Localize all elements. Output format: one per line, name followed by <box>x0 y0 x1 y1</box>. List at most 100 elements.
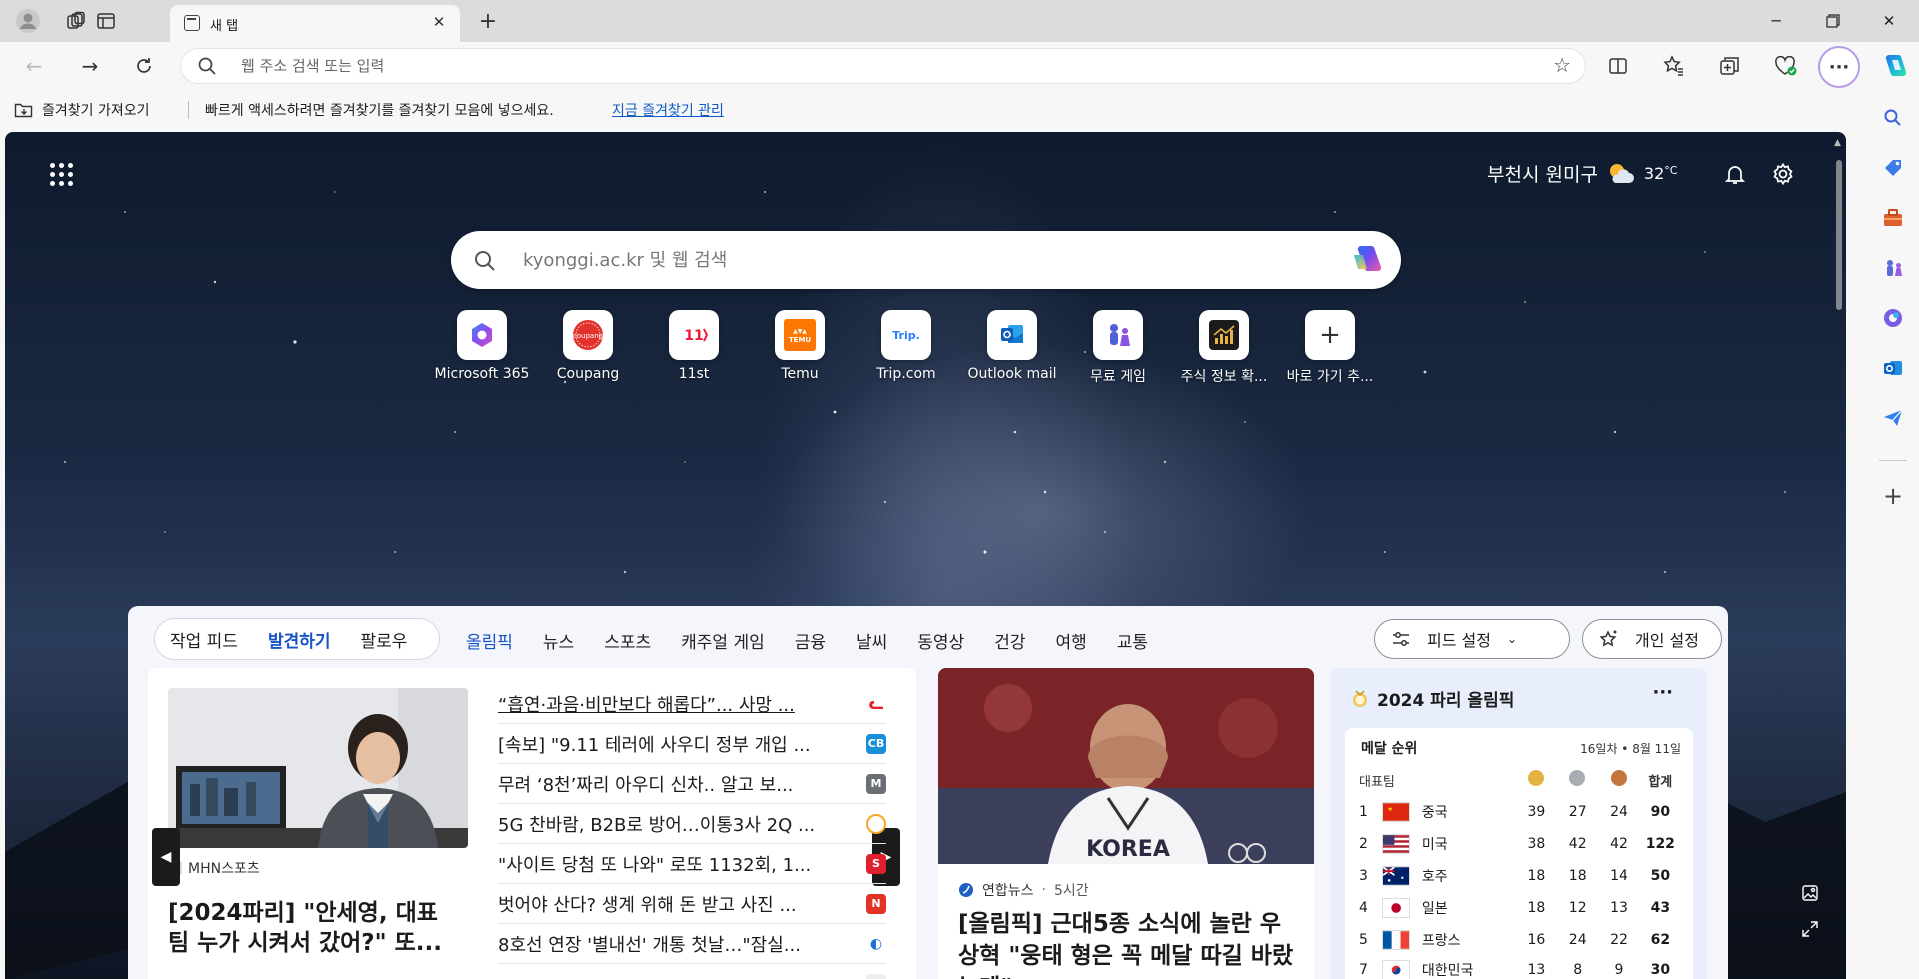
background-image-icon[interactable] <box>1801 884 1819 907</box>
personalize-button[interactable]: 개인 설정 <box>1582 619 1722 659</box>
quicklink-temu[interactable]: ▲▼▲ TEMU Temu <box>747 310 853 382</box>
sidebar-drop-icon[interactable] <box>1877 402 1909 434</box>
restore-button[interactable] <box>1810 4 1856 38</box>
headline-item[interactable]: "사이트 당첨 또 나와" 로또 1132회, 1... S <box>498 844 886 884</box>
svg-text:Trip.: Trip. <box>892 329 920 342</box>
headline-item[interactable]: 무려 ‘8천’짜리 아우디 신차.. 알고 보... M <box>498 764 886 804</box>
collections-icon[interactable] <box>1714 50 1746 82</box>
weather-widget[interactable]: 부천시 원미구 32°C <box>1487 160 1677 187</box>
refresh-button[interactable] <box>128 50 160 82</box>
category-travel[interactable]: 여행 <box>1056 628 1087 653</box>
story-source-name: MHN스포츠 <box>188 861 260 877</box>
sliders-icon <box>1393 632 1409 646</box>
forward-button[interactable]: → <box>74 50 106 82</box>
medal-row: 5 프랑스 16 24 22 62 <box>1359 930 1671 950</box>
category-olympics[interactable]: 올림픽 <box>466 628 513 653</box>
settings-and-more-button[interactable]: ··· <box>1818 46 1860 88</box>
favorites-bar: 즐겨찾기 가져오기 빠르게 액세스하려면 즐겨찾기를 즐겨찾기 모음에 넣으세요… <box>0 90 1919 130</box>
quicklink-label: Coupang <box>556 366 620 382</box>
headline-item[interactable]: 벗어야 산다? 생계 위해 돈 받고 사진 ... N <box>498 884 886 924</box>
feed-settings-button[interactable]: 피드 설정 ⌄ <box>1374 619 1570 659</box>
page-settings-icon[interactable] <box>1767 158 1799 190</box>
featured-story-headline[interactable]: [올림픽] 근대5종 소식에 놀란 우상혁 "웅태 형은 꼭 메달 따길 바랐는… <box>958 908 1298 979</box>
medal-table[interactable]: 메달 순위 16일차 • 8월 11일 대표팀 합계 1 ★ 중국 39 27 24… <box>1345 728 1693 979</box>
profile-icon[interactable] <box>14 7 42 35</box>
sidebar-outlook-icon[interactable] <box>1877 352 1909 384</box>
quicklink-add-shortcut[interactable]: + 바로 가기 추... <box>1277 310 1383 386</box>
back-button[interactable]: ← <box>18 50 50 82</box>
category-news[interactable]: 뉴스 <box>543 628 574 653</box>
personalize-label: 개인 설정 <box>1635 631 1699 650</box>
category-video[interactable]: 동영상 <box>917 628 964 653</box>
page-scrollbar-thumb[interactable] <box>1836 160 1842 310</box>
segment-following[interactable]: 팔로우 <box>361 627 408 652</box>
sidebar-search-icon[interactable] <box>1877 102 1909 134</box>
web-search-box[interactable] <box>451 231 1401 289</box>
chevron-down-icon: ⌄ <box>1506 632 1518 646</box>
search-icon <box>198 57 216 75</box>
olympics-card-more-button[interactable]: ··· <box>1652 682 1673 703</box>
sidebar-add-icon[interactable]: + <box>1877 480 1909 512</box>
quicklink-stocks[interactable]: 주식 정보 확... <box>1171 310 1277 386</box>
expand-icon[interactable] <box>1801 920 1819 943</box>
quicklink-games[interactable]: 무료 게임 <box>1065 310 1171 386</box>
app-launcher-icon[interactable] <box>43 156 79 192</box>
feed-navigation: 작업 피드 발견하기 팔로우 올림픽 뉴스 스포츠 캐주얼 게임 금융 날씨 동… <box>128 606 1728 664</box>
tab-title: 새 탭 <box>210 19 239 34</box>
headline-item[interactable]: 8호선 연장 '별내선' 개통 첫날…"잠실... ◐ <box>498 924 886 964</box>
headline-item[interactable]: [속보] "9.11 테러에 사우디 정부 개입 ... CB <box>498 724 886 764</box>
notifications-icon[interactable] <box>1719 158 1751 190</box>
publisher-icon: M <box>866 773 886 794</box>
split-screen-icon[interactable] <box>1602 50 1634 82</box>
quicklink-trip[interactable]: Trip. Trip.com <box>853 310 959 382</box>
quicklink-11st[interactable]: 11 11st <box>641 310 747 382</box>
quicklink-outlook[interactable]: Outlook mail <box>959 310 1065 382</box>
category-finance[interactable]: 금융 <box>795 628 826 653</box>
story-photo[interactable] <box>168 688 468 848</box>
featured-story-card[interactable]: KOREA 연합뉴스 · 5시간 [올림픽] 근대5종 소식에 놀란 우상혁 "… <box>938 668 1314 979</box>
category-casual-games[interactable]: 캐주얼 게임 <box>681 628 765 653</box>
headline-item[interactable]: 5G 찬바람, B2B로 방어…이통3사 2Q ... <box>498 804 886 844</box>
close-tab-icon[interactable]: ✕ <box>428 11 450 33</box>
category-health[interactable]: 건강 <box>994 628 1025 653</box>
new-tab-button[interactable]: + <box>474 7 502 35</box>
olympics-card-title[interactable]: 2024 파리 올림픽 <box>1351 686 1514 711</box>
story-headline[interactable]: [2024파리] "안세영, 대표 팀 누가 시켜서 갔어?" 또... <box>168 898 468 958</box>
copilot-icon[interactable] <box>1876 48 1912 84</box>
sidebar-microsoft365-icon[interactable] <box>1877 302 1909 334</box>
medal-row: 3 호주 18 18 14 50 <box>1359 866 1671 886</box>
web-search-input[interactable] <box>523 248 1283 272</box>
carousel-prev-button[interactable]: ◀ <box>152 828 180 886</box>
headline-item[interactable] <box>498 964 886 979</box>
category-sports[interactable]: 스포츠 <box>604 628 651 653</box>
import-favorites-button[interactable]: 즐겨찾기 가져오기 <box>14 100 150 120</box>
sidebar-games-icon[interactable] <box>1877 252 1909 284</box>
segment-my-feed[interactable]: 작업 피드 <box>170 627 238 652</box>
tab-new-tab[interactable]: 새 탭 ✕ <box>170 5 460 42</box>
sidebar-tools-icon[interactable] <box>1877 202 1909 234</box>
category-weather[interactable]: 날씨 <box>856 628 887 653</box>
workspaces-icon[interactable] <box>62 7 90 35</box>
browser-essentials-icon[interactable] <box>1770 50 1802 82</box>
quicklink-microsoft-365[interactable]: Microsoft 365 <box>429 310 535 382</box>
headline-item[interactable]: “흡연·과음·비만보다 해롭다”... 사망 ... ᓚ <box>498 684 886 724</box>
address-input[interactable] <box>241 55 1521 77</box>
minimize-button[interactable]: ─ <box>1753 4 1799 38</box>
vertical-tabs-icon[interactable] <box>92 7 120 35</box>
category-traffic[interactable]: 교통 <box>1117 628 1148 653</box>
quicklink-coupang[interactable]: coupang Coupang <box>535 310 641 382</box>
copilot-search-icon[interactable] <box>1349 243 1385 277</box>
featured-story-time: 5시간 <box>1053 883 1089 899</box>
publisher-icon: N <box>866 893 886 914</box>
scroll-up-icon[interactable]: ▲ <box>1834 138 1841 148</box>
address-bar[interactable]: ☆ <box>180 48 1586 84</box>
trip-icon: Trip. <box>881 310 931 360</box>
segment-discover[interactable]: 발견하기 <box>268 627 331 652</box>
close-window-button[interactable]: ✕ <box>1866 4 1912 38</box>
stocks-icon <box>1199 310 1249 360</box>
favorite-star-icon[interactable]: ☆ <box>1553 53 1571 77</box>
favorites-icon[interactable] <box>1658 50 1690 82</box>
sidebar-shopping-icon[interactable] <box>1877 152 1909 184</box>
manage-favorites-link[interactable]: 지금 즐겨찾기 관리 <box>612 100 724 120</box>
usa-flag-icon <box>1381 834 1410 854</box>
